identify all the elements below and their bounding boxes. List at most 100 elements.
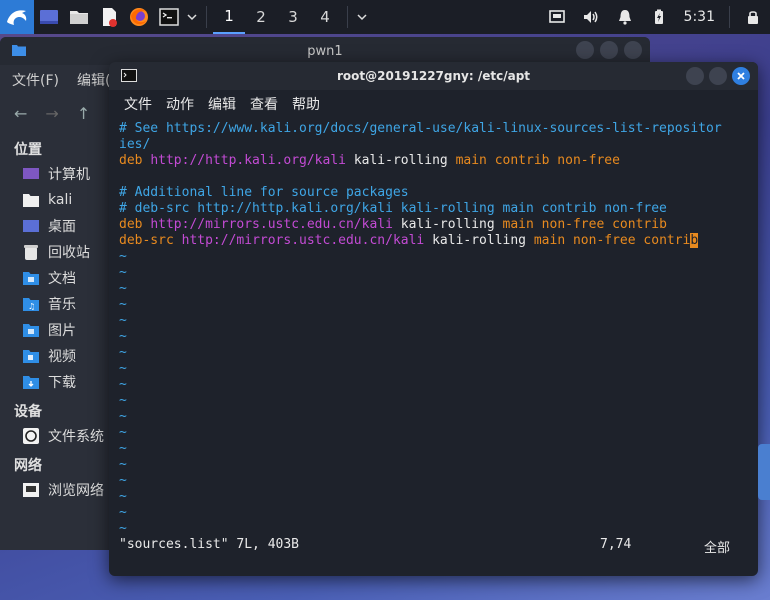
- menu-help[interactable]: 帮助: [292, 94, 320, 114]
- close-button[interactable]: [732, 67, 750, 85]
- keyword: deb: [119, 153, 143, 168]
- sidebar-item-trash[interactable]: 回收站: [0, 239, 110, 265]
- empty-line-marker: ~: [119, 521, 127, 536]
- network-indicator[interactable]: [540, 8, 574, 26]
- distribution: kali-rolling: [353, 153, 448, 168]
- pictures-folder-icon: [23, 324, 39, 337]
- code-line: deb http://mirrors.ustc.edu.cn/kali kali…: [119, 217, 758, 233]
- downloads-folder-icon: [23, 376, 39, 389]
- forward-arrow-icon[interactable]: →: [45, 104, 58, 123]
- vim-editor-area[interactable]: # See https://www.kali.org/docs/general-…: [109, 118, 758, 537]
- components: main non-free contri: [533, 233, 691, 248]
- menu-edit[interactable]: 编辑(: [77, 70, 110, 90]
- empty-line-marker: ~: [119, 249, 127, 264]
- menu-action[interactable]: 动作: [166, 94, 194, 114]
- sidebar-item-filesystem[interactable]: 文件系统: [0, 423, 110, 449]
- sidebar-item-videos[interactable]: 视频: [0, 343, 110, 369]
- sidebar-item-documents[interactable]: 文档: [0, 265, 110, 291]
- terminal-window[interactable]: root@20191227gny: /etc/apt 文件 动作 编辑 查看 帮…: [109, 62, 758, 576]
- sidebar-item-label: 计算机: [48, 167, 90, 183]
- sidebar-item-computer[interactable]: 计算机: [0, 161, 110, 187]
- edge-handle[interactable]: [758, 444, 770, 500]
- empty-line-markers: ~ ~ ~ ~ ~ ~ ~ ~ ~ ~ ~ ~ ~ ~ ~ ~ ~ ~: [119, 249, 758, 537]
- empty-line-marker: ~: [119, 393, 127, 408]
- workspace-4[interactable]: 4: [309, 0, 341, 34]
- documents-folder-icon: [23, 272, 39, 285]
- sidebar-header-places: 位置: [14, 142, 42, 158]
- workspace-1[interactable]: 1: [213, 0, 245, 34]
- empty-line-marker: ~: [119, 361, 127, 376]
- vim-status-line: "sources.list" 7L, 403B 7,74 全部: [119, 537, 739, 556]
- close-button[interactable]: [624, 41, 642, 59]
- lock-screen-button[interactable]: [736, 8, 770, 26]
- empty-line-marker: ~: [119, 425, 127, 440]
- empty-line-marker: ~: [119, 473, 127, 488]
- menu-view[interactable]: 查看: [250, 94, 278, 114]
- terminal-titlebar[interactable]: root@20191227gny: /etc/apt: [109, 62, 758, 90]
- sidebar-item-pictures[interactable]: 图片: [0, 317, 110, 343]
- sidebar-item-downloads[interactable]: 下载: [0, 369, 110, 395]
- kali-menu-button[interactable]: [0, 0, 34, 34]
- file-manager-launcher[interactable]: [64, 0, 94, 34]
- file-manager-titlebar[interactable]: pwn1: [0, 37, 650, 65]
- window-list-dropdown[interactable]: [354, 0, 370, 34]
- text-editor-icon: [103, 8, 117, 27]
- code-line: deb http://http.kali.org/kali kali-rolli…: [119, 153, 758, 169]
- show-desktop-button[interactable]: [34, 0, 64, 34]
- lock-icon: [748, 11, 758, 24]
- window-title: pwn1: [307, 43, 343, 59]
- notifications-indicator[interactable]: [608, 8, 642, 26]
- maximize-button[interactable]: [709, 67, 727, 85]
- svg-text:♫: ♫: [28, 302, 35, 311]
- maximize-button[interactable]: [600, 41, 618, 59]
- folder-icon: [70, 11, 88, 24]
- desktop-icon: [23, 220, 39, 232]
- clock[interactable]: 5:31: [676, 9, 723, 25]
- back-arrow-icon[interactable]: ←: [14, 104, 27, 123]
- sidebar-item-music[interactable]: ♫ 音乐: [0, 291, 110, 317]
- sidebar-item-desktop[interactable]: 桌面: [0, 213, 110, 239]
- home-folder-icon: [23, 194, 39, 207]
- sidebar-item-kali[interactable]: kali: [0, 187, 110, 213]
- file-info: "sources.list" 7L, 403B: [119, 537, 300, 552]
- launcher-dropdown[interactable]: [184, 0, 200, 34]
- up-arrow-icon[interactable]: ↑: [77, 104, 90, 123]
- terminal-menubar: 文件 动作 编辑 查看 帮助: [109, 90, 758, 118]
- sidebar-item-label: 音乐: [48, 297, 76, 313]
- videos-folder-icon: [23, 350, 39, 363]
- sidebar-item-browse-network[interactable]: 浏览网络: [0, 477, 110, 503]
- firefox-launcher[interactable]: [124, 0, 154, 34]
- keyword: deb: [119, 217, 143, 232]
- workspace-2[interactable]: 2: [245, 0, 277, 34]
- speaker-icon: [583, 11, 598, 23]
- minimize-button[interactable]: [686, 67, 704, 85]
- battery-charging-icon: [654, 9, 663, 24]
- minimize-button[interactable]: [576, 41, 594, 59]
- menu-file[interactable]: 文件(F): [12, 70, 59, 90]
- empty-line-marker: ~: [119, 441, 127, 456]
- file-manager-sidebar: 位置 计算机 kali 桌面 回收站 文档 ♫ 音乐 图片 视频 下载 设备 文…: [0, 133, 110, 503]
- code-line: # Additional line for source packages: [119, 185, 409, 200]
- kali-dragon-icon: [7, 10, 27, 25]
- sidebar-item-label: 回收站: [48, 245, 90, 261]
- menu-file[interactable]: 文件: [124, 94, 152, 114]
- menu-edit[interactable]: 编辑: [208, 94, 236, 114]
- sidebar-item-label: kali: [48, 192, 73, 208]
- sidebar-header-network: 网络: [14, 458, 42, 474]
- network-wired-icon: [548, 10, 565, 23]
- scroll-percent: 全部: [704, 541, 731, 556]
- volume-indicator[interactable]: [574, 8, 608, 26]
- empty-line-marker: ~: [119, 345, 127, 360]
- sidebar-item-label: 桌面: [48, 219, 76, 235]
- text-editor-launcher[interactable]: [94, 0, 124, 34]
- battery-indicator[interactable]: [642, 8, 676, 26]
- sidebar-item-label: 浏览网络: [48, 483, 104, 499]
- bell-icon: [618, 10, 631, 25]
- workspace-3[interactable]: 3: [277, 0, 309, 34]
- empty-line-marker: ~: [119, 457, 127, 472]
- terminal-launcher[interactable]: [154, 0, 184, 34]
- sidebar-item-label: 文档: [48, 271, 76, 287]
- chevron-down-icon: [357, 14, 367, 21]
- empty-line-marker: ~: [119, 377, 127, 392]
